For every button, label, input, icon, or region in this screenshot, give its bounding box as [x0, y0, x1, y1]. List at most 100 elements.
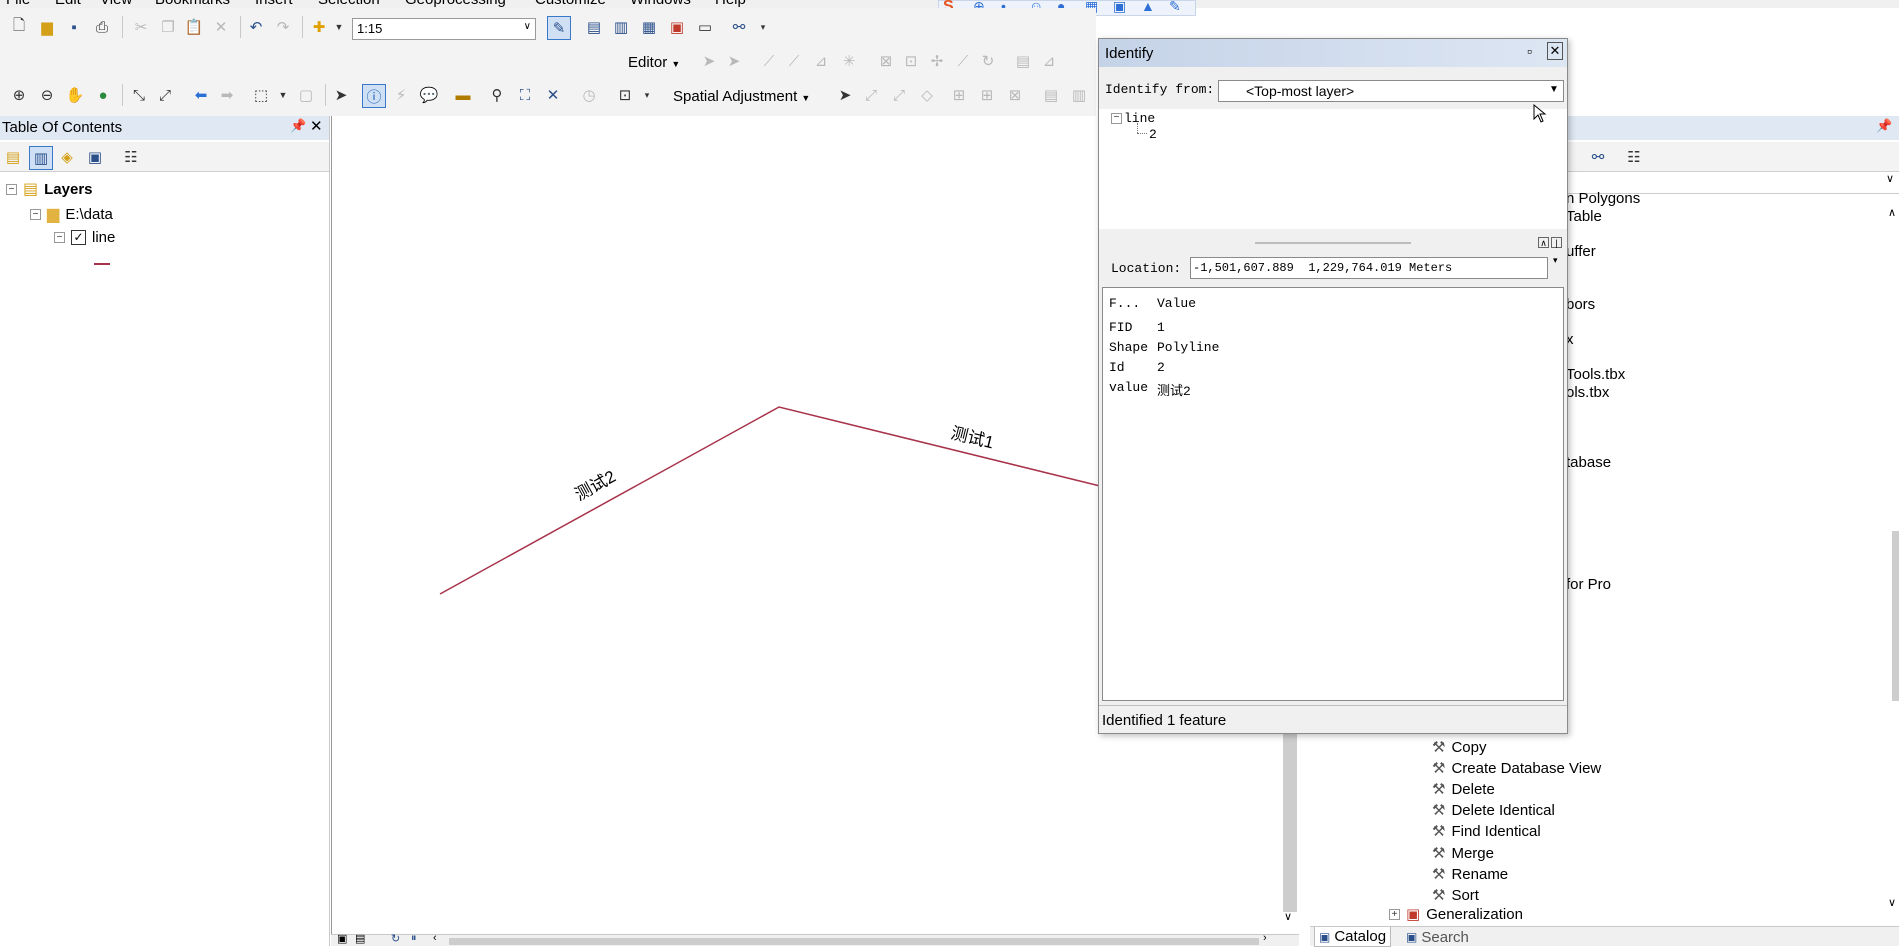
toolbar-options-icon[interactable]: ▾	[752, 16, 774, 38]
menu-file[interactable]: File	[6, 0, 30, 8]
model-builder-icon[interactable]: ⚯	[728, 16, 750, 38]
list-by-selection-icon[interactable]: ▣	[84, 146, 106, 168]
edit-tool-icon[interactable]: ➤	[698, 50, 720, 72]
end-point-arc-icon[interactable]: ⟋	[783, 50, 805, 72]
catalog-tree-item[interactable]: Table	[1566, 208, 1602, 225]
delete-icon[interactable]: ✕	[210, 16, 232, 38]
modify-link-icon[interactable]: ⤢	[888, 84, 910, 106]
undo-icon[interactable]: ↶	[245, 16, 267, 38]
pin-icon[interactable]: 📌	[1876, 118, 1892, 134]
map-scale-combo[interactable]: 1:15 ∨	[352, 18, 536, 40]
select-dropdown-icon[interactable]: ▼	[272, 84, 294, 106]
horizontal-scrollbar[interactable]	[449, 938, 1259, 945]
toolbox-icon[interactable]: ▲	[1141, 0, 1155, 14]
rotate-icon[interactable]: ↻	[977, 50, 999, 72]
new-displacement-link-icon[interactable]: ⤢	[860, 84, 882, 106]
toc-options-icon[interactable]: ☷	[120, 146, 142, 168]
polyline-feature[interactable]	[439, 406, 1101, 595]
add-data-dropdown-icon[interactable]: ▼	[328, 16, 350, 38]
catalog-tree-item[interactable]: for Pro	[1566, 576, 1611, 593]
zoom-out-icon[interactable]: ⊖	[36, 84, 58, 106]
clear-selection-icon[interactable]: ▢	[295, 84, 317, 106]
maximize-icon[interactable]: ▫	[1527, 43, 1532, 59]
editor-menu-button[interactable]: Editor ▼	[628, 54, 680, 71]
measure-icon[interactable]: ▬	[452, 84, 474, 106]
find-icon[interactable]: ⚲	[486, 84, 508, 106]
data-view-icon[interactable]: ▣	[337, 932, 347, 945]
multi-displacement-icon[interactable]: ◇	[916, 84, 938, 106]
column-header-field[interactable]: F...	[1109, 296, 1140, 311]
arctoolbox-icon[interactable]: ▣	[666, 16, 688, 38]
spatial-adjustment-menu-button[interactable]: Spatial Adjustment ▼	[673, 88, 810, 105]
tool-item-create-database-view[interactable]: ⚒ Create Database View	[1432, 759, 1601, 778]
expand-icon[interactable]: +	[1389, 908, 1400, 920]
point-icon[interactable]: ✳	[838, 50, 860, 72]
trace-icon[interactable]: ⊿	[810, 50, 832, 72]
fixed-zoom-out-icon[interactable]: ⤢	[154, 84, 176, 106]
straight-segment-icon[interactable]: ⟋	[758, 50, 780, 72]
print-icon[interactable]: ⎙	[91, 16, 113, 38]
sketch-properties-icon[interactable]: ⊿	[1038, 50, 1060, 72]
toc-item-line-layer[interactable]: − ✓ line	[54, 229, 115, 246]
list-by-visibility-icon[interactable]: ◈	[56, 146, 78, 168]
go-to-xy-icon[interactable]: ✕	[542, 84, 564, 106]
layer-visibility-checkbox[interactable]: ✓	[71, 230, 86, 245]
layout-view-icon[interactable]: ▤	[355, 932, 365, 945]
catalog-scrollbar-thumb[interactable]	[1892, 531, 1899, 701]
identify-from-dropdown[interactable]: <Top-most layer> ▼	[1218, 80, 1564, 102]
add-data-icon[interactable]: ✚	[308, 16, 330, 38]
menu-customize[interactable]: Customize	[535, 0, 606, 8]
catalog-tree-item[interactable]: bors	[1566, 296, 1595, 313]
catalog-tree-item[interactable]: uffer	[1566, 243, 1596, 260]
list-by-drawing-order-icon[interactable]: ▤	[2, 146, 24, 168]
identify-title-bar[interactable]: Identify ▫ ✕	[1099, 39, 1567, 67]
tool-item-delete[interactable]: ⚒ Delete	[1432, 780, 1495, 799]
skin-icon[interactable]: ▣	[1113, 0, 1126, 15]
html-popup-icon[interactable]: 💬	[418, 84, 440, 106]
menu-edit[interactable]: Edit	[55, 0, 81, 8]
close-icon[interactable]: ✕	[1547, 42, 1563, 60]
identify-icon[interactable]: ⓘ	[362, 84, 386, 108]
tool-item-delete-identical[interactable]: ⚒ Delete Identical	[1432, 801, 1555, 820]
catalog-window-icon[interactable]: ▥	[610, 16, 632, 38]
catalog-options-icon[interactable]: ☷	[1623, 146, 1645, 168]
table-row[interactable]: value 测试2	[1103, 380, 1563, 400]
new-document-icon[interactable]: 🗋	[8, 16, 30, 38]
menu-help[interactable]: Help	[715, 0, 746, 8]
tab-catalog[interactable]: ▣ Catalog	[1314, 927, 1392, 947]
tree-feature-label[interactable]: 2	[1149, 127, 1157, 142]
column-header-value[interactable]: Value	[1157, 296, 1196, 311]
refresh-icon[interactable]: ↻	[391, 932, 400, 945]
toc-item-layers[interactable]: − ▤ Layers	[6, 179, 93, 199]
scroll-up-icon[interactable]: ∧	[1888, 206, 1896, 219]
menu-geoprocessing[interactable]: Geoprocessing	[405, 0, 506, 8]
edit-vertices-icon[interactable]: ⊠	[875, 50, 897, 72]
catalog-tree-item[interactable]: ols.tbx	[1566, 384, 1609, 401]
toolset-generalization[interactable]: + ▣ Generalization	[1389, 907, 1523, 921]
table-row[interactable]: FID 1	[1103, 320, 1563, 340]
line-symbol-swatch[interactable]	[94, 263, 110, 265]
location-field[interactable]: -1,501,607.889 1,229,764.019 Meters	[1190, 257, 1548, 279]
connect-folder-icon[interactable]: ⚯	[1587, 146, 1609, 168]
table-row[interactable]: Shape Polyline	[1103, 340, 1563, 360]
select-elements-icon[interactable]: ➤	[330, 84, 352, 106]
tree-item-line[interactable]: − line	[1111, 111, 1155, 126]
attributes-icon[interactable]: ▤	[1012, 50, 1034, 72]
collapse-pane-icon[interactable]: ∧	[1538, 237, 1549, 248]
go-forward-icon[interactable]: ➡	[216, 84, 238, 106]
open-folder-icon[interactable]: ▆	[36, 16, 58, 38]
catalog-tree-item[interactable]: Tools.tbx	[1566, 366, 1625, 383]
chevron-down-icon[interactable]: ∨	[1886, 172, 1894, 185]
cut-polygons-icon[interactable]: ✢	[926, 50, 948, 72]
search-window-icon[interactable]: ▦	[638, 16, 660, 38]
scroll-right-icon[interactable]: ›	[1263, 932, 1267, 944]
catalog-tree-item[interactable]: n Polygons	[1566, 190, 1640, 207]
list-by-source-icon[interactable]: ▥	[29, 146, 53, 170]
tool-item-merge[interactable]: ⚒ Merge	[1432, 844, 1494, 863]
table-window-icon[interactable]: ▤	[583, 16, 605, 38]
edit-annotation-icon[interactable]: ➤	[723, 50, 745, 72]
collapse-icon[interactable]: −	[6, 183, 17, 195]
new-limited-area-icon[interactable]: ⊞	[976, 84, 998, 106]
pane-options-icon[interactable]: |	[1551, 237, 1562, 248]
tool-item-rename[interactable]: ⚒ Rename	[1432, 865, 1508, 884]
